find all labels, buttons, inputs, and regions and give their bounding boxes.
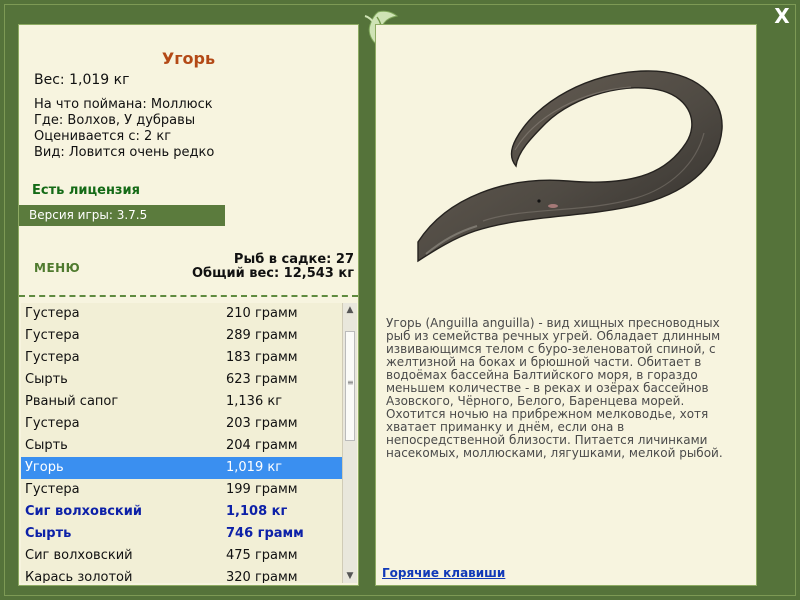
fish-name: Густера xyxy=(25,350,80,365)
fish-weight-value: 204 грамм xyxy=(226,438,298,453)
caught-with-text: На что поймана: Моллюск xyxy=(34,97,213,112)
fish-name: Рваный сапог xyxy=(25,394,119,409)
fish-list-row[interactable]: Сиг волховский 475 грамм xyxy=(21,545,342,567)
fish-name: Сиг волховский xyxy=(25,504,142,519)
dashed-divider xyxy=(19,295,358,297)
fish-weight-value: 210 грамм xyxy=(226,306,298,321)
fish-weight-value: 1,136 кг xyxy=(226,394,283,409)
rarity-text: Вид: Ловится очень редко xyxy=(34,145,215,160)
fish-list: Густера 210 грамм Густера 289 грамм Густера 1… xyxy=(21,303,342,583)
close-button[interactable]: X xyxy=(772,6,792,26)
menu-button[interactable]: МЕНЮ xyxy=(34,261,80,275)
fish-description: Угорь (Anguilla anguilla) - вид хищных п… xyxy=(386,316,723,460)
fish-name: Густера xyxy=(25,306,80,321)
fish-name: Сырть xyxy=(25,372,68,387)
fish-weight-value: 1,108 кг xyxy=(226,504,288,519)
fish-info-panel: Угорь Вес: 1,019 кг На что поймана: Молл… xyxy=(18,24,359,586)
location-text: Где: Волхов, У дубравы xyxy=(34,113,196,128)
fish-list-row[interactable]: Густера 210 грамм xyxy=(21,303,342,325)
scroll-up-arrow-icon[interactable]: ▲ xyxy=(343,303,357,317)
catch-stats: Рыб в садке: 27 Общий вес: 12,543 кг xyxy=(192,253,354,281)
fish-image-panel: Угорь (Anguilla anguilla) - вид хищных п… xyxy=(375,24,757,586)
fish-name: Карась золотой xyxy=(25,570,133,583)
total-weight: Общий вес: 12,543 кг xyxy=(191,266,354,281)
fish-list-row[interactable]: Сырть 746 грамм xyxy=(21,523,342,545)
fish-name: Густера xyxy=(25,482,80,497)
fish-list-row[interactable]: Густера 289 грамм xyxy=(21,325,342,347)
fish-name: Густера xyxy=(25,416,80,431)
fish-list-row[interactable]: Густера 203 грамм xyxy=(21,413,342,435)
fish-list-row[interactable]: Сырть 623 грамм xyxy=(21,369,342,391)
scroll-down-arrow-icon[interactable]: ▼ xyxy=(343,569,357,583)
fish-weight-value: 1,019 кг xyxy=(226,460,283,475)
fish-name: Сиг волховский xyxy=(25,548,133,563)
fish-list-row[interactable]: Густера 183 грамм xyxy=(21,347,342,369)
fish-count: Рыб в садке: 27 xyxy=(233,252,354,267)
fish-weight-value: 746 грамм xyxy=(226,526,304,541)
eel-image xyxy=(417,70,723,263)
license-status: Есть лицензия xyxy=(32,183,140,198)
fish-weight-value: 475 грамм xyxy=(226,548,298,563)
hotkeys-link[interactable]: Горячие клавиши xyxy=(382,566,505,580)
fish-list-row[interactable]: Угорь 1,019 кг xyxy=(21,457,342,479)
fish-title: Угорь xyxy=(161,49,216,68)
fish-weight-value: 183 грамм xyxy=(226,350,298,365)
fish-weight-value: 623 грамм xyxy=(226,372,298,387)
fish-name: Сырть xyxy=(25,438,68,453)
fish-list-row[interactable]: Сиг волховский 1,108 кг xyxy=(21,501,342,523)
fish-weight: Вес: 1,019 кг xyxy=(34,72,130,88)
fish-name: Угорь xyxy=(25,460,64,475)
fish-name: Густера xyxy=(25,328,80,343)
fish-list-scrollbar[interactable]: ▲ ≡ ▼ xyxy=(342,303,357,583)
fish-list-row[interactable]: Густера 199 грамм xyxy=(21,479,342,501)
fish-weight-value: 289 грамм xyxy=(226,328,298,343)
fish-name: Сырть xyxy=(25,526,72,541)
scroll-thumb[interactable]: ≡ xyxy=(345,331,355,441)
evaluation-text: Оценивается с: 2 кг xyxy=(34,129,172,144)
fish-weight-value: 199 грамм xyxy=(226,482,298,497)
fish-weight-value: 320 грамм xyxy=(226,570,298,583)
fish-details: На что поймана: Моллюск Где: Волхов, У д… xyxy=(34,97,214,161)
fish-list-row[interactable]: Карась золотой 320 грамм xyxy=(21,567,342,583)
fish-list-row[interactable]: Сырть 204 грамм xyxy=(21,435,342,457)
game-version-bar: Версия игры: 3.7.5 xyxy=(19,205,225,226)
scroll-grip-icon: ≡ xyxy=(347,378,354,387)
fish-weight-value: 203 грамм xyxy=(226,416,298,431)
fish-list-row[interactable]: Рваный сапог 1,136 кг xyxy=(21,391,342,413)
